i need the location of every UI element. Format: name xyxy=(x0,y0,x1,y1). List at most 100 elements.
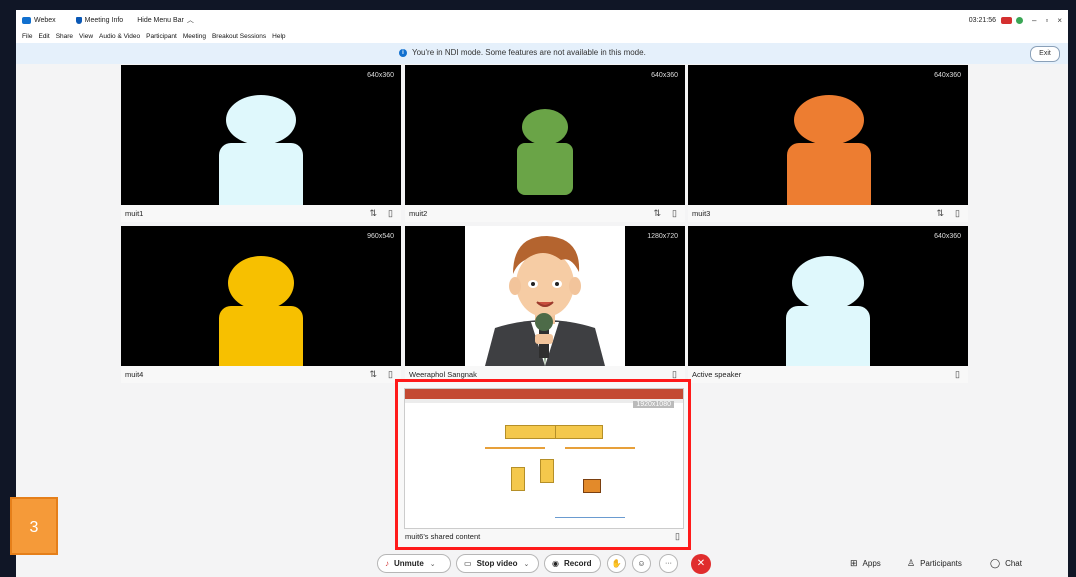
title-bar-right: 03:21:56 – ▫ × xyxy=(969,10,1062,30)
swap-icon[interactable]: ⇅ xyxy=(936,208,944,219)
mouse-icon[interactable]: ▯ xyxy=(955,208,960,219)
video-feed: 1280x720 xyxy=(405,226,685,366)
participants-icon: ♙ xyxy=(907,558,916,568)
mouse-icon[interactable]: ▯ xyxy=(672,208,677,219)
camera-icon: ▭ xyxy=(464,559,472,568)
video-tile[interactable]: 640x360 muit1 ⇅ ▯ xyxy=(121,65,401,222)
unmute-button[interactable]: ♪ Unmute ⌄ xyxy=(377,554,451,573)
apps-button[interactable]: ⊞ Apps xyxy=(850,558,881,569)
video-tile[interactable]: 640x360 muit2 ⇅ ▯ xyxy=(405,65,685,222)
menu-breakout-sessions[interactable]: Breakout Sessions xyxy=(212,33,266,40)
mouse-icon[interactable]: ▯ xyxy=(675,531,680,542)
resolution-label: 640x360 xyxy=(934,72,961,79)
video-tile[interactable]: 640x360 muit3 ⇅ ▯ xyxy=(688,65,968,222)
shield-icon xyxy=(75,16,82,24)
swap-icon[interactable]: ⇅ xyxy=(369,369,377,380)
apps-icon: ⊞ xyxy=(850,558,858,568)
live-badge-icon xyxy=(1001,16,1013,24)
tile-footer: muit4 ⇅ ▯ xyxy=(121,366,401,383)
shared-slide: 1920x1080 xyxy=(404,388,684,529)
close-icon: ✕ xyxy=(696,558,706,569)
restore-button[interactable]: ▫ xyxy=(1045,16,1048,25)
tile-footer: muit2 ⇅ ▯ xyxy=(405,205,685,222)
video-tile[interactable]: 1280x720 Weeraphol Sangnak ▯ xyxy=(405,226,685,383)
video-feed: 640x360 xyxy=(405,65,685,205)
more-icon: ··· xyxy=(665,560,672,567)
record-button[interactable]: ◉ Record xyxy=(544,554,601,573)
slide-app-header xyxy=(405,389,683,399)
ndi-banner: i You're in NDI mode. Some features are … xyxy=(16,43,1068,64)
participant-name: muit1 xyxy=(125,209,144,218)
microphone-muted-icon: ♪ xyxy=(385,559,389,568)
close-button[interactable]: × xyxy=(1057,16,1062,25)
step-number-badge: 3 xyxy=(10,497,58,555)
avatar-body xyxy=(219,143,303,205)
title-bar: Webex Meeting Info Hide Menu Bar ︿ 03:21… xyxy=(16,10,1068,30)
mouse-icon[interactable]: ▯ xyxy=(388,369,393,380)
hand-icon: ✋ xyxy=(611,559,622,568)
menu-view[interactable]: View xyxy=(79,33,93,40)
swap-icon[interactable]: ⇅ xyxy=(653,208,661,219)
exit-ndi-button[interactable]: Exit xyxy=(1030,46,1060,62)
resolution-label: 960x540 xyxy=(367,233,394,240)
mouse-icon[interactable]: ▯ xyxy=(388,208,393,219)
reporter-illustration xyxy=(485,236,605,366)
avatar-head xyxy=(794,95,864,145)
menu-participant[interactable]: Participant xyxy=(146,33,177,40)
video-tile[interactable]: 640x360 Active speaker ▯ xyxy=(688,226,968,383)
menu-file[interactable]: File xyxy=(22,33,32,40)
avatar-head xyxy=(226,95,296,145)
record-icon: ◉ xyxy=(552,559,559,568)
menu-audio-video[interactable]: Audio & Video xyxy=(99,33,140,40)
end-meeting-button[interactable]: ✕ xyxy=(691,554,711,574)
chevron-down-icon[interactable]: ⌄ xyxy=(430,560,436,568)
menu-bar: File Edit Share View Audio & Video Parti… xyxy=(16,30,1068,43)
menu-meeting[interactable]: Meeting xyxy=(183,33,206,40)
hide-menu-bar-button[interactable]: Hide Menu Bar ︿ xyxy=(137,15,194,25)
avatar-body xyxy=(219,306,303,366)
avatar-body xyxy=(517,143,573,195)
webex-window: Webex Meeting Info Hide Menu Bar ︿ 03:21… xyxy=(16,10,1068,577)
resolution-label: 1920x1080 xyxy=(633,401,674,408)
participant-name: Active speaker xyxy=(692,370,742,379)
participant-name: muit2 xyxy=(409,209,428,218)
smiley-icon: ☺ xyxy=(637,559,646,568)
meeting-info-button[interactable]: Meeting Info xyxy=(62,16,123,24)
banner-message: You're in NDI mode. Some features are no… xyxy=(412,48,646,57)
webex-logo-icon xyxy=(22,16,31,24)
raise-hand-button[interactable]: ✋ xyxy=(607,554,626,573)
minimize-button[interactable]: – xyxy=(1032,16,1036,25)
mouse-icon[interactable]: ▯ xyxy=(955,369,960,380)
avatar-head xyxy=(792,256,864,310)
chevron-down-icon[interactable]: ⌄ xyxy=(523,560,529,568)
resolution-label: 640x360 xyxy=(651,72,678,79)
shared-content-name: muit6's shared content xyxy=(405,532,481,541)
chat-button[interactable]: ◯ Chat xyxy=(990,558,1022,569)
menu-help[interactable]: Help xyxy=(272,33,285,40)
menu-edit[interactable]: Edit xyxy=(38,33,49,40)
resolution-label: 1280x720 xyxy=(647,233,678,240)
diagram-block xyxy=(511,467,525,491)
avatar-body xyxy=(786,306,870,366)
connection-status-icon xyxy=(1016,16,1024,24)
video-feed: 640x360 xyxy=(688,65,968,205)
shared-content-tile[interactable]: 1920x1080 muit6's shared content ▯ xyxy=(395,379,691,550)
more-options-button[interactable]: ··· xyxy=(659,554,678,573)
avatar-head xyxy=(228,256,294,310)
meeting-timer: 03:21:56 xyxy=(968,16,997,24)
diagram-block xyxy=(583,479,601,493)
participant-name: Weeraphol Sangnak xyxy=(409,370,477,379)
video-tile[interactable]: 960x540 muit4 ⇅ ▯ xyxy=(121,226,401,383)
participants-button[interactable]: ♙ Participants xyxy=(907,558,962,569)
video-feed: 960x540 xyxy=(121,226,401,366)
reactions-button[interactable]: ☺ xyxy=(632,554,651,573)
resolution-label: 640x360 xyxy=(367,72,394,79)
chat-icon: ◯ xyxy=(990,558,1001,568)
chevron-up-icon: ︿ xyxy=(186,17,194,24)
stop-video-button[interactable]: ▭ Stop video ⌄ xyxy=(456,554,539,573)
tile-footer: muit3 ⇅ ▯ xyxy=(688,205,968,222)
swap-icon[interactable]: ⇅ xyxy=(369,208,377,219)
avatar-body xyxy=(787,143,871,205)
menu-share[interactable]: Share xyxy=(56,33,73,40)
participant-name: muit4 xyxy=(125,370,144,379)
